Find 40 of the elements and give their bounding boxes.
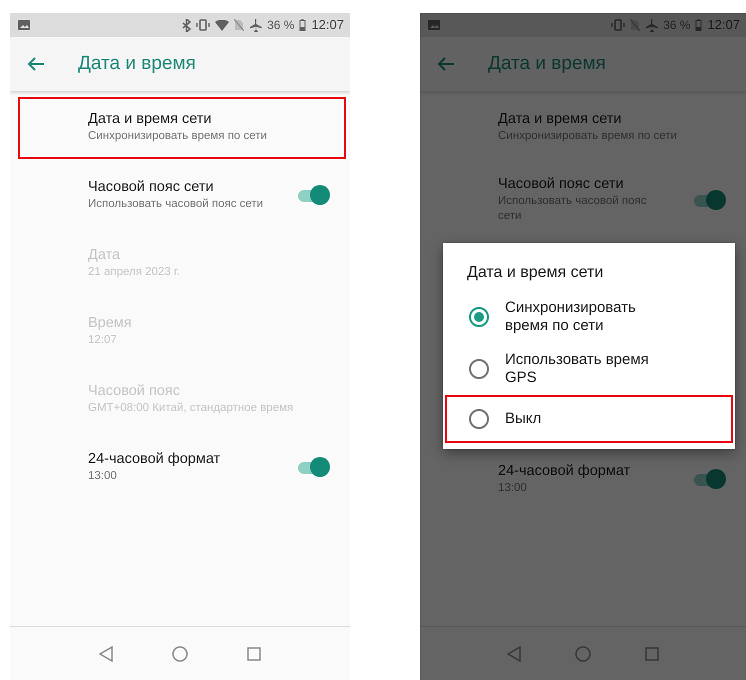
screen-title: Дата и время — [488, 52, 606, 76]
battery-icon — [299, 19, 306, 31]
back-nav-icon[interactable] — [99, 646, 114, 662]
recents-nav-icon[interactable] — [645, 646, 659, 660]
setting-summary: 13:00 — [88, 468, 118, 484]
screen-title: Дата и время — [78, 52, 196, 76]
airplane-icon — [645, 18, 658, 32]
radio-button[interactable] — [469, 359, 489, 379]
toggle-switch[interactable] — [692, 468, 726, 489]
recents-nav-icon[interactable] — [246, 646, 261, 660]
setting-title[interactable]: 24-часовой формат — [88, 450, 276, 469]
image-icon — [428, 19, 440, 31]
battery-icon — [695, 19, 702, 31]
option-label[interactable]: Синхронизировать время по сети — [505, 299, 665, 335]
status-time: 12:07 — [311, 16, 344, 34]
vibrate-icon — [611, 19, 626, 31]
bluetooth-icon — [182, 18, 192, 32]
radio-button[interactable] — [469, 409, 489, 429]
home-nav-icon[interactable] — [172, 646, 188, 662]
radio-button[interactable] — [469, 307, 489, 327]
back-nav-icon[interactable] — [507, 646, 521, 662]
airplane-icon — [249, 18, 262, 32]
no-sim-icon — [234, 19, 244, 31]
setting-summary: Использовать часовой пояс сети — [88, 196, 264, 212]
status-time: 12:07 — [707, 16, 740, 34]
option-label[interactable]: Использовать время GPS — [505, 351, 665, 387]
toggle-switch[interactable] — [692, 190, 726, 210]
option-label[interactable]: Выкл — [505, 410, 665, 428]
no-sim-icon — [630, 19, 640, 31]
toggle-switch[interactable] — [296, 185, 330, 205]
home-nav-icon[interactable] — [575, 646, 591, 662]
dialog-title: Дата и время сети — [466, 263, 604, 283]
setting-title[interactable]: Дата и время сети — [88, 110, 310, 129]
battery-level: 36 % — [267, 17, 294, 34]
toggle-switch[interactable] — [296, 457, 330, 477]
setting-title[interactable]: Часовой пояс сети — [88, 178, 276, 197]
vibrate-icon — [196, 19, 210, 31]
image-icon — [18, 19, 30, 31]
wifi-icon — [215, 20, 230, 30]
setting-summary: Синхронизировать время по сети — [88, 128, 268, 144]
